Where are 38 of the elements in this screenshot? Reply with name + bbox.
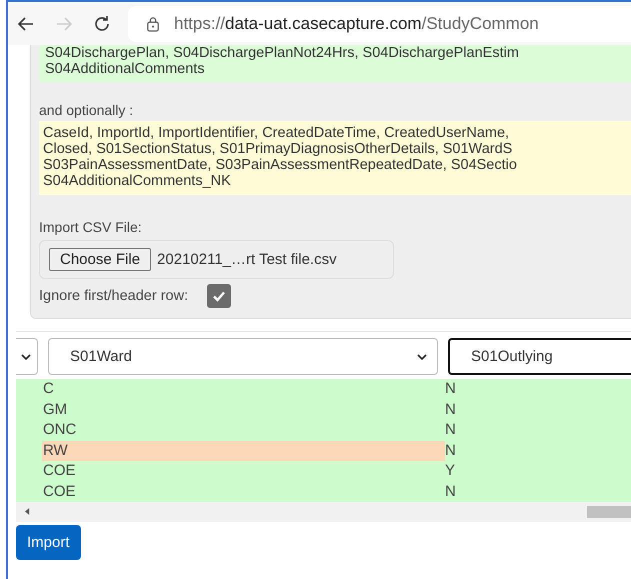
reload-icon[interactable] bbox=[92, 14, 112, 34]
table-cell-text: C bbox=[42, 379, 55, 399]
address-bar[interactable]: https://data-uat.casecapture.com/StudyCommon bbox=[128, 6, 631, 42]
import-button[interactable]: Import bbox=[16, 525, 81, 560]
ignore-header-label: Ignore first/header row: bbox=[39, 288, 188, 304]
optional-label: and optionally : bbox=[39, 102, 134, 118]
table-cell-text: N bbox=[445, 379, 456, 399]
column-select[interactable] bbox=[16, 338, 38, 375]
field-list-line: S04AdditionalComments bbox=[45, 61, 206, 77]
table-cell-text: N bbox=[445, 482, 456, 502]
field-list-line: S03PainAssessmentDate, S03PainAssessmentRepeatedDate, S04Sectio bbox=[43, 157, 518, 173]
column-select[interactable]: S01Outlying bbox=[448, 338, 631, 375]
table-cell-text: COE bbox=[42, 461, 77, 481]
field-list-line: S04AdditionalComments_NK bbox=[43, 173, 232, 189]
checkbox[interactable] bbox=[207, 284, 232, 308]
table-cell-text: Y bbox=[445, 461, 456, 481]
horizontal-scrollbar[interactable] bbox=[16, 502, 631, 522]
scrollbar-thumb[interactable] bbox=[587, 506, 631, 518]
file-input[interactable]: Choose File 20210211_…rt Test file.csv bbox=[39, 240, 394, 279]
url-text: https://data-uat.casecapture.com/StudyCommon bbox=[174, 14, 539, 34]
table-cell-text: N bbox=[445, 440, 456, 460]
chevron-icon bbox=[21, 354, 31, 360]
table-cell-text: N bbox=[445, 400, 456, 420]
scroll-left-icon[interactable] bbox=[25, 508, 30, 515]
chevron-icon bbox=[417, 354, 427, 360]
table-cell: RW bbox=[42, 440, 445, 461]
table-cell-text: GM bbox=[42, 400, 68, 420]
lock-icon bbox=[146, 16, 160, 32]
table-cell-text: COE bbox=[42, 482, 77, 502]
column-select[interactable]: S01Ward bbox=[48, 338, 438, 375]
choose-file-button[interactable]: Choose File bbox=[49, 248, 152, 271]
field-list-line: Closed, S01SectionStatus, S01PrimayDiagnosisOtherDetails, S01WardS bbox=[43, 141, 514, 157]
table-cell-text: N bbox=[445, 420, 456, 440]
file-name: 20210211_…rt Test file.csv bbox=[157, 251, 337, 268]
field-list-line: S04DischargePlan, S04DischargePlanNot24Hrs, S04DischargePlanEstim bbox=[45, 45, 520, 61]
field-list-line: CaseId, ImportId, ImportIdentifier, CreatedDateTime, CreatedUserName, bbox=[43, 125, 510, 141]
import-label: Import CSV File: bbox=[39, 219, 143, 235]
table-cell-text: ONC bbox=[42, 420, 78, 440]
